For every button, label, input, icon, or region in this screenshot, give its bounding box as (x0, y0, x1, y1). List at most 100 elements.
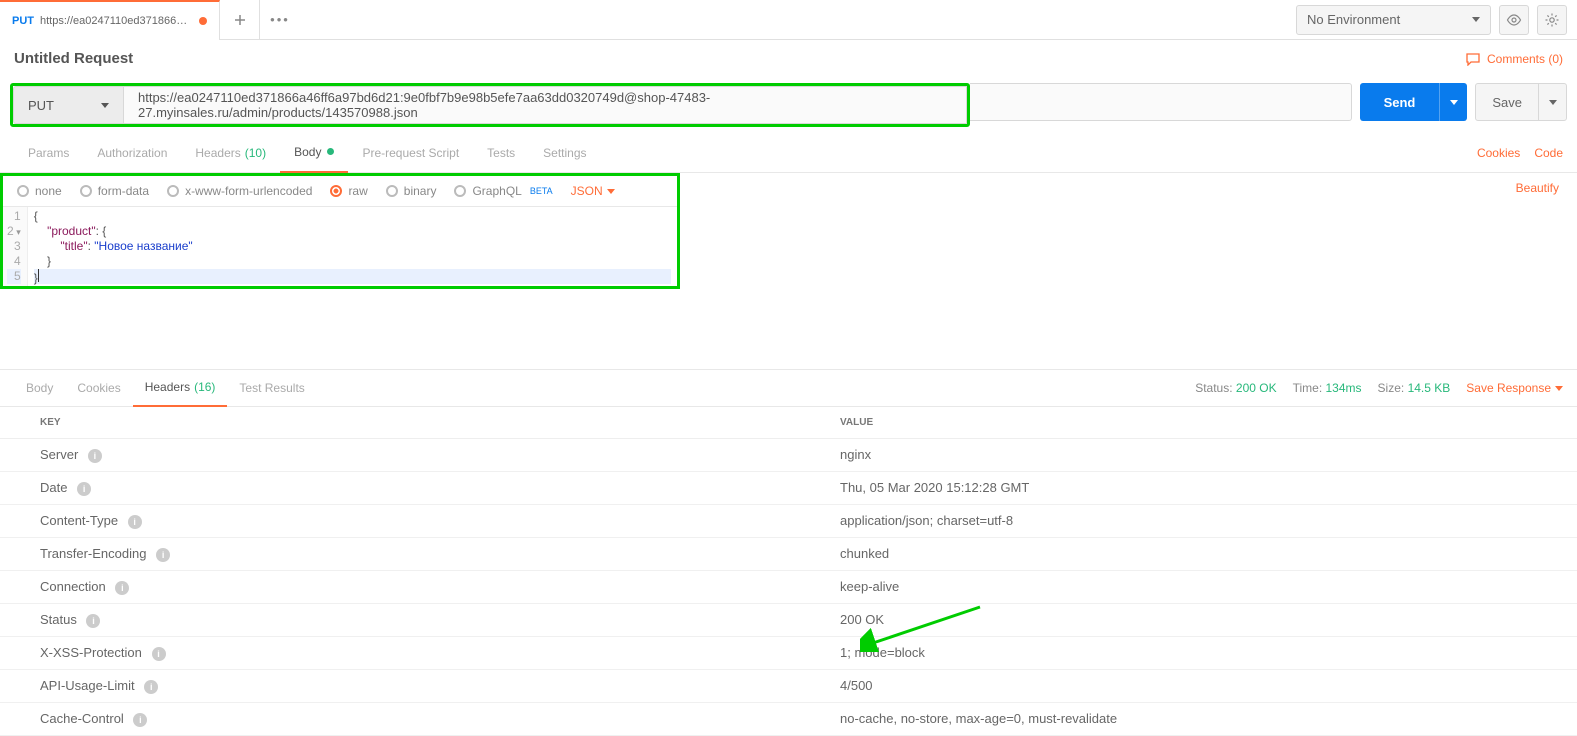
save-response-label: Save Response (1466, 381, 1551, 395)
info-icon[interactable]: i (133, 713, 147, 727)
url-extra[interactable] (970, 83, 1352, 121)
info-icon[interactable]: i (77, 482, 91, 496)
radio-icon (80, 185, 92, 197)
body-editor[interactable]: 1 2 ▾ 3 4 5 { "product": { "title": "Нов… (3, 207, 677, 286)
raw-format-select[interactable]: JSON (571, 184, 615, 198)
editor-code[interactable]: { "product": { "title": "Новое название"… (28, 207, 677, 286)
plus-icon (233, 13, 247, 27)
tab-prerequest[interactable]: Pre-request Script (348, 133, 473, 173)
col-value: Value (800, 407, 1577, 438)
info-icon[interactable]: i (152, 647, 166, 661)
info-icon[interactable]: i (115, 581, 129, 595)
body-type-urlencoded[interactable]: x-www-form-urlencoded (167, 184, 312, 198)
col-key: Key (0, 407, 800, 438)
code-link[interactable]: Code (1534, 146, 1563, 160)
body-editor-box: none form-data x-www-form-urlencoded raw… (0, 173, 680, 289)
tab-tests[interactable]: Tests (473, 133, 529, 173)
save-button[interactable]: Save (1475, 83, 1567, 121)
header-key: Content-Type i (0, 505, 800, 537)
header-value: 4/500 (800, 670, 1577, 702)
header-key: X-XSS-Protection i (0, 637, 800, 669)
time-value: 134ms (1326, 381, 1362, 395)
beautify-link[interactable]: Beautify (1516, 181, 1559, 195)
info-icon[interactable]: i (144, 680, 158, 694)
code-token: : { (96, 224, 107, 238)
info-icon[interactable]: i (86, 614, 100, 628)
body-type-binary[interactable]: binary (386, 184, 437, 198)
tab-tests-label: Tests (487, 146, 515, 160)
request-name: Untitled Request (14, 50, 133, 67)
environment-select[interactable]: No Environment (1296, 5, 1491, 35)
method-select[interactable]: PUT (13, 86, 123, 124)
url-flex: PUT https://ea0247110ed371866a46ff6a97bd… (10, 83, 1352, 127)
tab-prereq-label: Pre-request Script (362, 146, 459, 160)
request-tab[interactable]: PUT https://ea0247110ed371866a4... (0, 0, 220, 40)
body-type-graphql-label: GraphQL (472, 184, 521, 198)
send-dropdown[interactable] (1439, 83, 1467, 121)
line-number: 4 (7, 254, 21, 269)
info-icon[interactable]: i (156, 548, 170, 562)
body-dirty-dot (327, 148, 334, 155)
beta-badge: BETA (530, 186, 553, 196)
tab-method: PUT (12, 15, 34, 27)
chevron-down-icon (1555, 386, 1563, 391)
resp-tab-cookies[interactable]: Cookies (65, 369, 132, 407)
comments-link[interactable]: Comments (0) (1465, 52, 1563, 66)
chevron-down-icon (101, 103, 109, 108)
line-number: 3 (7, 239, 21, 254)
raw-format-label: JSON (571, 184, 603, 198)
url-input[interactable]: https://ea0247110ed371866a46ff6a97bd6d21… (123, 86, 967, 124)
size-label: Size: (1378, 381, 1405, 395)
table-header: Key Value (0, 407, 1577, 439)
fold-icon[interactable]: ▾ (14, 227, 21, 237)
tab-body[interactable]: Body (280, 133, 348, 173)
tab-params[interactable]: Params (14, 133, 83, 173)
code-token: { (34, 209, 38, 223)
header-value: chunked (800, 538, 1577, 570)
comments-label: Comments (0) (1487, 52, 1563, 66)
radio-icon (330, 185, 342, 197)
resp-tab-headers[interactable]: Headers(16) (133, 369, 228, 407)
header-value: nginx (800, 439, 1577, 471)
code-token: "Новое название" (94, 239, 192, 253)
request-tabs: Params Authorization Headers(10) Body Pr… (0, 133, 1577, 173)
resp-tab-body[interactable]: Body (14, 369, 65, 407)
body-type-formdata[interactable]: form-data (80, 184, 149, 198)
new-tab-button[interactable] (220, 0, 260, 40)
tab-headers[interactable]: Headers(10) (181, 133, 280, 173)
tab-options-button[interactable]: ••• (260, 0, 300, 40)
save-dropdown[interactable] (1538, 84, 1566, 120)
chevron-down-icon (1450, 100, 1458, 105)
table-row: Date iThu, 05 Mar 2020 15:12:28 GMT (0, 472, 1577, 505)
header-key: Transfer-Encoding i (0, 538, 800, 570)
tab-authorization[interactable]: Authorization (83, 133, 181, 173)
body-type-none[interactable]: none (17, 184, 62, 198)
header-value: application/json; charset=utf-8 (800, 505, 1577, 537)
status-label: Status: (1195, 381, 1232, 395)
info-icon[interactable]: i (128, 515, 142, 529)
dots-icon: ••• (270, 12, 290, 27)
url-value: https://ea0247110ed371866a46ff6a97bd6d21… (138, 90, 952, 120)
table-row: Transfer-Encoding ichunked (0, 538, 1577, 571)
top-tab-bar: PUT https://ea0247110ed371866a4... ••• N… (0, 0, 1577, 40)
method-url-box: PUT https://ea0247110ed371866a46ff6a97bd… (10, 83, 970, 127)
settings-button[interactable] (1537, 5, 1567, 35)
resp-tab-testresults[interactable]: Test Results (227, 369, 316, 407)
code-token: "title" (60, 239, 87, 253)
chevron-down-icon (1549, 100, 1557, 105)
body-type-graphql[interactable]: GraphQL BETA (454, 184, 552, 198)
code-token: "product" (47, 224, 96, 238)
radio-icon (454, 185, 466, 197)
radio-icon (17, 185, 29, 197)
cookies-link[interactable]: Cookies (1477, 146, 1520, 160)
tab-settings[interactable]: Settings (529, 133, 600, 173)
body-type-raw[interactable]: raw (330, 184, 367, 198)
send-button[interactable]: Send (1360, 83, 1468, 121)
request-header: Untitled Request Comments (0) (0, 40, 1577, 77)
table-row: Cache-Control ino-cache, no-store, max-a… (0, 703, 1577, 736)
header-value: no-cache, no-store, max-age=0, must-reva… (800, 703, 1577, 735)
save-response-button[interactable]: Save Response (1466, 381, 1563, 395)
header-key: Server i (0, 439, 800, 471)
info-icon[interactable]: i (88, 449, 102, 463)
env-quicklook-button[interactable] (1499, 5, 1529, 35)
